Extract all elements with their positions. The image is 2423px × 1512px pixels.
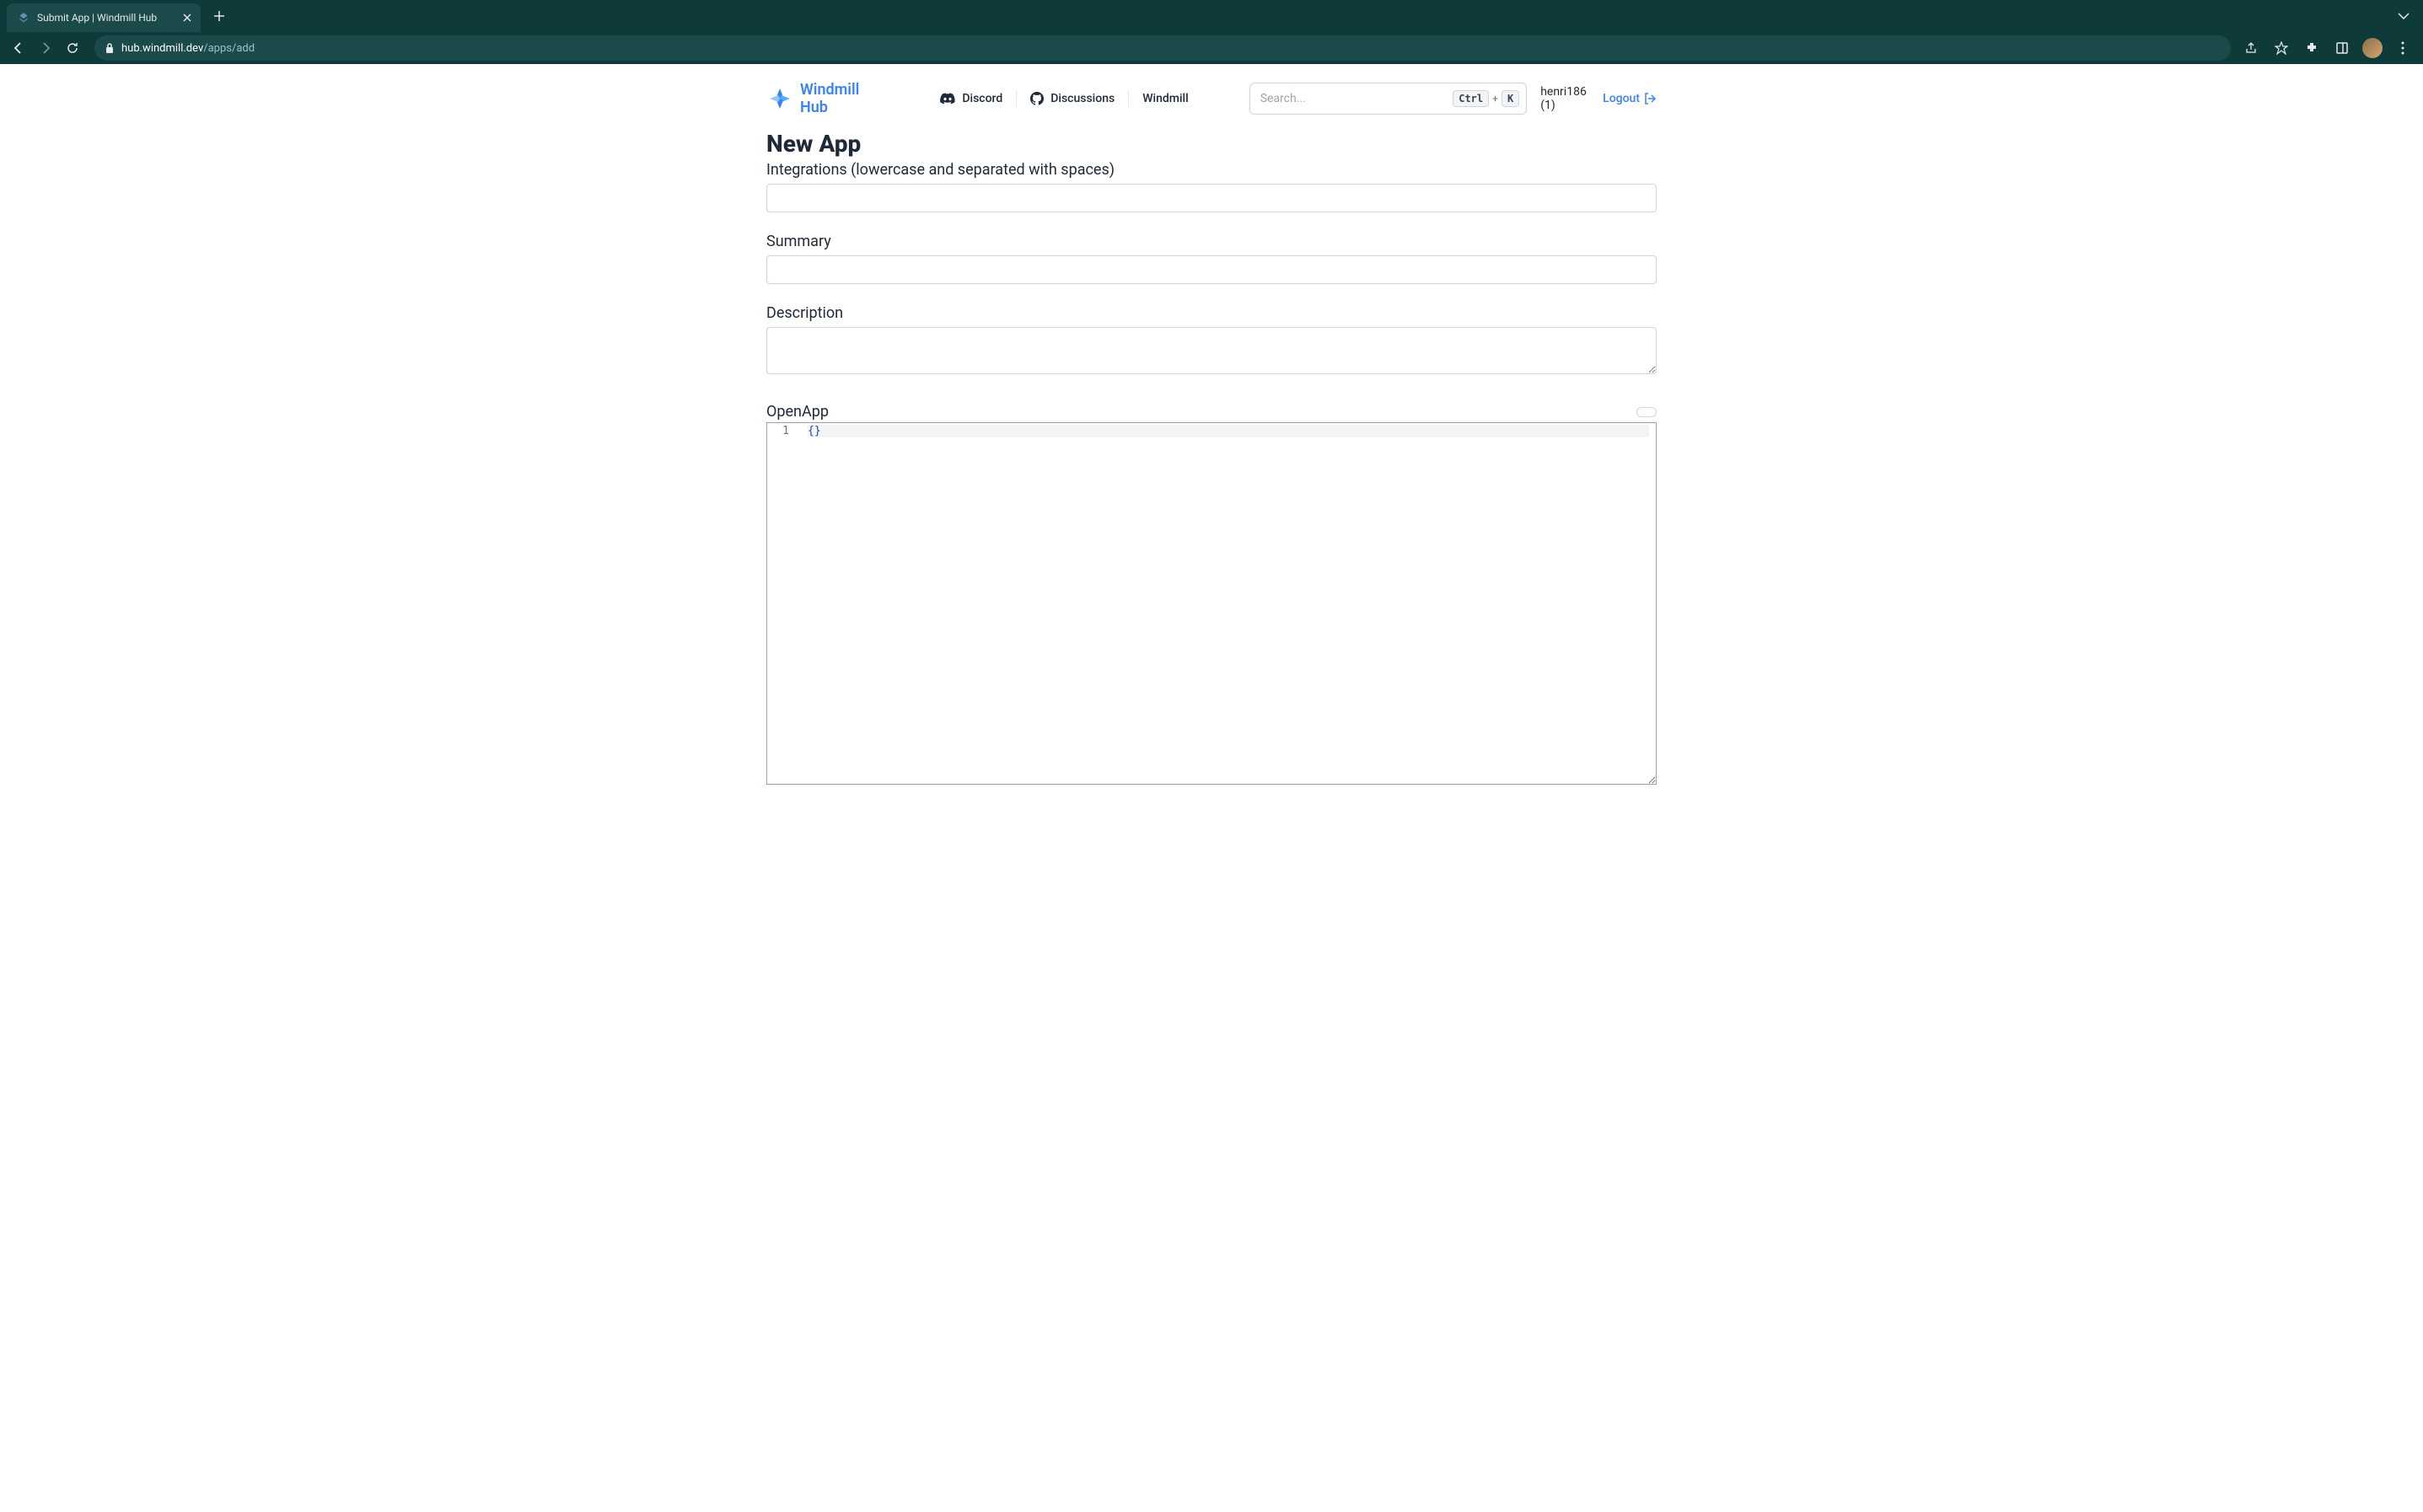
- nav-windmill[interactable]: Windmill: [1129, 85, 1201, 112]
- top-nav: Windmill Hub Discord Discussions: [766, 81, 1657, 116]
- share-button[interactable]: [2241, 38, 2261, 58]
- url-text: hub.windmill.dev/apps/add: [121, 42, 255, 55]
- nav-discord[interactable]: Discord: [927, 85, 1016, 112]
- extensions-button[interactable]: [2302, 38, 2322, 58]
- browser-chrome: Submit App | Windmill Hub: [0, 0, 2423, 64]
- kbd-plus: +: [1492, 93, 1498, 105]
- back-button[interactable]: [7, 36, 30, 60]
- reload-button[interactable]: [61, 36, 84, 60]
- new-tab-button[interactable]: [207, 4, 231, 28]
- logout-link[interactable]: Logout: [1603, 92, 1657, 105]
- nav-windmill-label: Windmill: [1142, 92, 1188, 105]
- logo-link[interactable]: Windmill Hub: [766, 81, 879, 116]
- description-label: Description: [766, 304, 1657, 322]
- windmill-favicon-icon: [17, 11, 30, 24]
- logo-text: Windmill Hub: [800, 81, 879, 116]
- bookmark-button[interactable]: [2271, 38, 2291, 58]
- code-content[interactable]: {}: [801, 423, 1656, 784]
- code-text: {}: [808, 425, 821, 437]
- github-icon: [1030, 92, 1044, 105]
- search-placeholder: Search...: [1260, 92, 1453, 105]
- tab-title: Submit App | Windmill Hub: [37, 12, 174, 24]
- lock-icon: [105, 42, 115, 54]
- summary-label: Summary: [766, 233, 1657, 250]
- tabs-dropdown-button[interactable]: [2391, 9, 2416, 23]
- openapp-header: OpenApp: [766, 403, 1657, 421]
- openapp-toggle[interactable]: [1636, 407, 1657, 417]
- code-editor[interactable]: 1 {}: [766, 422, 1657, 785]
- nav-discord-label: Discord: [962, 92, 1002, 105]
- line-number-1: 1: [779, 425, 789, 437]
- nav-discussions[interactable]: Discussions: [1017, 85, 1128, 112]
- logout-label: Logout: [1603, 92, 1640, 105]
- profile-avatar[interactable]: [2362, 38, 2383, 58]
- browser-tab-active[interactable]: Submit App | Windmill Hub: [7, 3, 201, 32]
- forward-button[interactable]: [34, 36, 57, 60]
- close-tab-button[interactable]: [180, 11, 194, 24]
- line-numbers: 1: [767, 423, 801, 784]
- logout-icon: [1643, 92, 1657, 105]
- integrations-label: Integrations (lowercase and separated wi…: [766, 161, 1657, 179]
- address-bar-row: hub.windmill.dev/apps/add: [0, 32, 2423, 64]
- windmill-logo-icon: [766, 85, 793, 112]
- nav-discussions-label: Discussions: [1050, 92, 1115, 105]
- page-container: Windmill Hub Discord Discussions: [756, 64, 1667, 802]
- description-input[interactable]: [766, 327, 1657, 374]
- user-section: henri186 (1) Logout: [1540, 85, 1657, 112]
- kbd-ctrl: Ctrl: [1453, 90, 1489, 107]
- tab-bar: Submit App | Windmill Hub: [0, 0, 2423, 32]
- discord-icon: [940, 93, 955, 105]
- nav-links: Discord Discussions Windmill: [927, 85, 1201, 112]
- menu-button[interactable]: [2393, 38, 2413, 58]
- page-title: New App: [766, 130, 1657, 158]
- summary-input[interactable]: [766, 255, 1657, 284]
- integrations-input[interactable]: [766, 184, 1657, 212]
- sidepanel-button[interactable]: [2332, 38, 2352, 58]
- kbd-k: K: [1502, 90, 1519, 107]
- browser-actions: [2241, 38, 2416, 58]
- username-display: henri186 (1): [1540, 85, 1593, 112]
- openapp-label: OpenApp: [766, 403, 829, 421]
- address-bar[interactable]: hub.windmill.dev/apps/add: [94, 35, 2231, 61]
- search-box[interactable]: Search... Ctrl + K: [1249, 83, 1528, 115]
